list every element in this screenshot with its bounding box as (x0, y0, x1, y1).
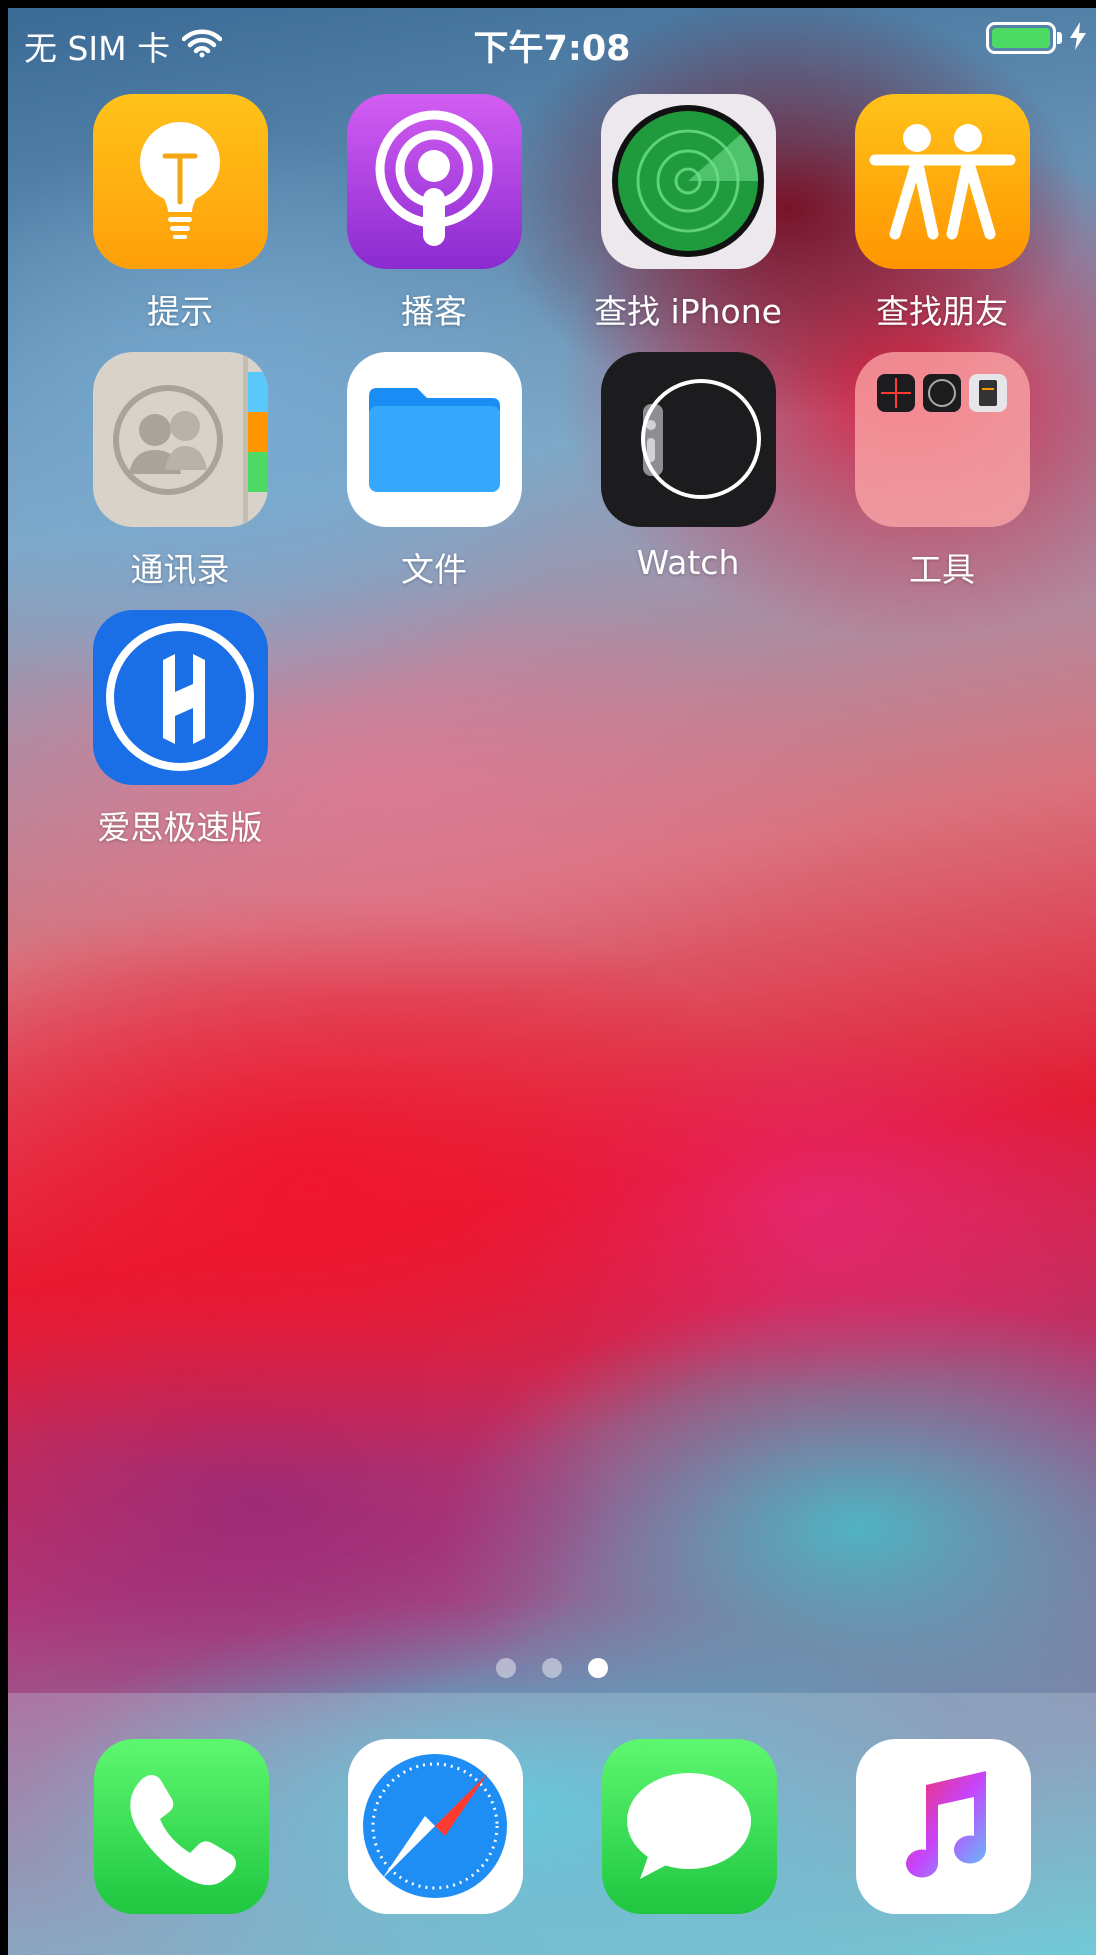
dock-music[interactable] (833, 1739, 1053, 1914)
i4-icon (92, 610, 268, 785)
dock-safari[interactable] (325, 1739, 545, 1914)
folder-icon (346, 352, 522, 527)
app-tips[interactable]: 提示 (70, 94, 290, 333)
app-files[interactable]: 文件 (324, 352, 544, 591)
app-watch[interactable]: Watch (578, 352, 798, 582)
app-label: 通讯录 (130, 550, 230, 589)
charging-bolt-icon (1070, 22, 1086, 54)
folder-utilities[interactable]: 工具 (832, 352, 1052, 591)
page-dot[interactable] (542, 1658, 562, 1678)
app-label: 查找 iPhone (594, 292, 782, 331)
app-i4[interactable]: 爱思极速版 (70, 610, 290, 849)
app-podcasts[interactable]: 播客 (324, 94, 544, 333)
watch-icon (600, 352, 776, 527)
app-label: 播客 (401, 292, 467, 331)
utilities-folder-icon (854, 352, 1030, 527)
app-label: Watch (636, 543, 740, 582)
dock-phone[interactable] (71, 1739, 291, 1914)
app-label: 查找朋友 (876, 292, 1008, 331)
radar-icon (600, 94, 776, 269)
dock-messages[interactable] (579, 1739, 799, 1914)
page-dot[interactable] (496, 1658, 516, 1678)
app-find-friends[interactable]: 查找朋友 (832, 94, 1052, 333)
status-time: 下午7:08 (473, 29, 631, 69)
friends-icon (854, 94, 1030, 269)
page-dot-current[interactable] (588, 1658, 608, 1678)
app-label: 爱思极速版 (97, 808, 263, 847)
dock (8, 1693, 1096, 1955)
home-screen: 无 SIM 卡 下午7:08 提示 播客 查找 iPhone 查找朋友 通讯录 … (8, 8, 1096, 1955)
phone-icon (93, 1739, 269, 1914)
app-find-iphone[interactable]: 查找 iPhone (578, 94, 798, 333)
contacts-icon (92, 352, 268, 527)
app-contacts[interactable]: 通讯录 (70, 352, 290, 591)
app-label: 文件 (401, 550, 467, 589)
speech-bubble-icon (601, 1739, 777, 1914)
compass-icon (347, 1739, 523, 1914)
app-label: 工具 (909, 550, 975, 589)
app-label: 提示 (147, 292, 213, 331)
page-indicator[interactable] (8, 1658, 1096, 1678)
lightbulb-icon (92, 94, 268, 269)
status-bar: 无 SIM 卡 下午7:08 (8, 8, 1096, 70)
podcasts-icon (346, 94, 522, 269)
battery-icon (986, 22, 1062, 54)
music-note-icon (855, 1739, 1031, 1914)
